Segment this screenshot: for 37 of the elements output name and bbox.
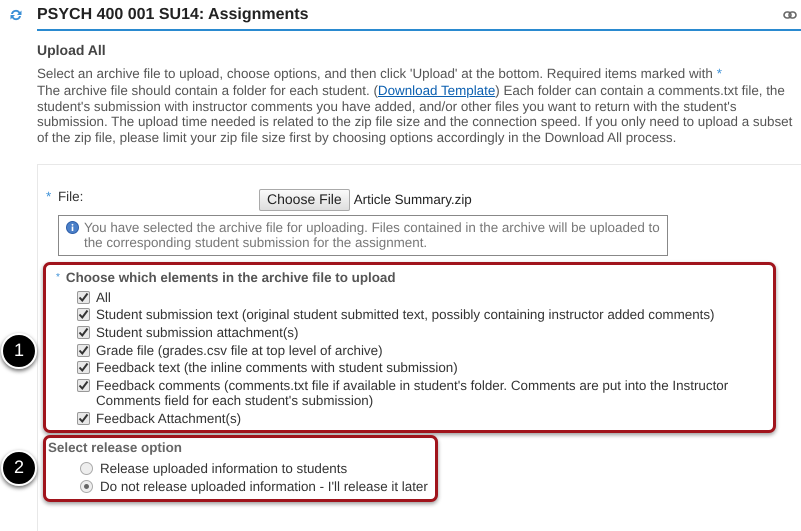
required-mark: * [56, 270, 60, 285]
callout-number: 1 [1, 332, 37, 369]
option-label: Do not release uploaded information - I'll release it later [100, 479, 428, 495]
option-label: Student submission text (original student submitted text, possibly containing instructor added comments) [96, 307, 715, 323]
option-label: Feedback comments (comments.txt file if available in student's folder. Comments are put into the Instructor Comments field for each student's submission) [96, 378, 730, 409]
radio-button[interactable] [80, 462, 93, 475]
checkbox[interactable] [77, 412, 90, 425]
checkbox[interactable] [77, 361, 90, 374]
group-heading: Choose which elements in the archive file to upload [66, 270, 396, 286]
refresh-icon[interactable] [9, 8, 23, 22]
option-label: Student submission attachment(s) [96, 324, 298, 341]
page-title: PSYCH 400 001 SU14: Assignments [37, 4, 309, 24]
info-icon [66, 220, 79, 234]
checkbox[interactable] [77, 326, 90, 339]
checkbox[interactable] [77, 308, 90, 322]
checkbox[interactable] [77, 290, 90, 304]
option-label: Feedback Attachment(s) [96, 410, 242, 426]
group-heading: Select release option [48, 440, 183, 457]
option-label: Grade file (grades.csv file at top level of archive) [96, 342, 383, 358]
info-text: You have selected the archive file for uploading. Files contained in the archive will be uploaded to the corresponding student submission for the assignment. [84, 220, 660, 251]
link-icon[interactable] [783, 10, 797, 18]
checkbox[interactable] [77, 378, 90, 392]
callout-number: 2 [1, 450, 37, 486]
checkbox[interactable] [77, 344, 90, 357]
option-label: Release uploaded information to students [100, 460, 348, 476]
option-label: All [96, 290, 111, 306]
choose-file-button[interactable]: Choose File [259, 188, 350, 211]
download-template-link[interactable]: Download Template [378, 83, 496, 98]
required-mark: * [46, 188, 52, 204]
field-label: File: [58, 188, 84, 204]
section-heading: Upload All [37, 43, 107, 59]
option-label: Feedback text (the inline comments with student submission) [96, 360, 458, 376]
file-name: Article Summary.zip [354, 192, 472, 208]
required-mark: * [716, 66, 722, 82]
radio-button[interactable] [80, 480, 93, 494]
intro-text: Select an archive file to upload, choose options, and then click 'Upload' at the bottom. Required items marked with [37, 66, 713, 82]
description-text: The archive file should contain a folder for each student. (Download Template) Each folder can contain a comments.txt file, the student's submission with instructor comments you have added, and/or other files you want to return with the student's submission. The upload time needed is related to the zip file size and the connection speed. If you only need to upload a subset of the zip file, please limit your zip file size first by choosing options accordingly in the Download All process. [37, 83, 794, 146]
